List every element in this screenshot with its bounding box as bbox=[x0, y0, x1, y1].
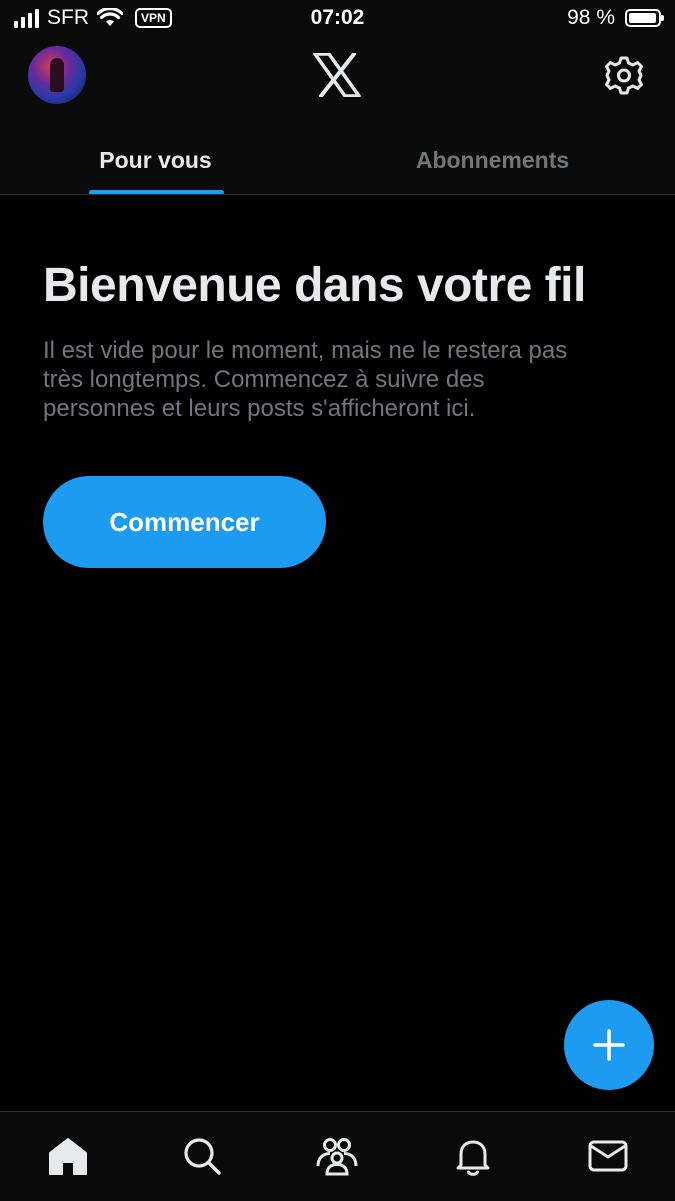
nav-messages[interactable] bbox=[586, 1134, 630, 1178]
timeline-tabs: Pour vous Abonnements bbox=[0, 125, 675, 195]
x-logo-icon bbox=[313, 53, 361, 97]
compose-button[interactable] bbox=[564, 1000, 654, 1090]
nav-notifications[interactable] bbox=[451, 1134, 495, 1178]
communities-icon bbox=[316, 1138, 358, 1176]
header-bar: SFR VPN 07:02 98 % Pour vous Abonnements bbox=[0, 0, 675, 195]
gear-icon[interactable] bbox=[604, 55, 644, 95]
nav-search[interactable] bbox=[180, 1134, 224, 1178]
nav-communities[interactable] bbox=[315, 1134, 359, 1178]
empty-state-description: Il est vide pour le moment, mais ne le r… bbox=[43, 336, 633, 423]
tab-label: Abonnements bbox=[415, 146, 570, 173]
bell-icon bbox=[456, 1140, 490, 1176]
header-divider bbox=[0, 194, 675, 195]
nav-home[interactable] bbox=[46, 1134, 90, 1178]
plus-icon bbox=[593, 1029, 625, 1061]
status-bar: SFR VPN 07:02 98 % bbox=[0, 0, 675, 40]
page-title: Bienvenue dans votre fil bbox=[43, 259, 586, 312]
bottom-navigation bbox=[0, 1111, 675, 1201]
tab-abonnements[interactable]: Abonnements bbox=[337, 125, 648, 195]
avatar[interactable] bbox=[28, 46, 86, 104]
battery-percentage: 98 % bbox=[567, 6, 615, 29]
mail-icon bbox=[588, 1140, 628, 1172]
description-line: très longtemps. Commencez à suivre des bbox=[43, 366, 485, 393]
search-icon bbox=[184, 1138, 221, 1175]
tab-label: Pour vous bbox=[99, 146, 212, 173]
home-icon bbox=[49, 1138, 87, 1175]
description-line: Il est vide pour le moment, mais ne le r… bbox=[43, 337, 568, 364]
battery-icon bbox=[625, 9, 664, 27]
description-line: personnes et leurs posts s'afficheront i… bbox=[43, 395, 476, 422]
get-started-button[interactable]: Commencer bbox=[43, 476, 326, 568]
tab-pour-vous[interactable]: Pour vous bbox=[0, 125, 311, 195]
